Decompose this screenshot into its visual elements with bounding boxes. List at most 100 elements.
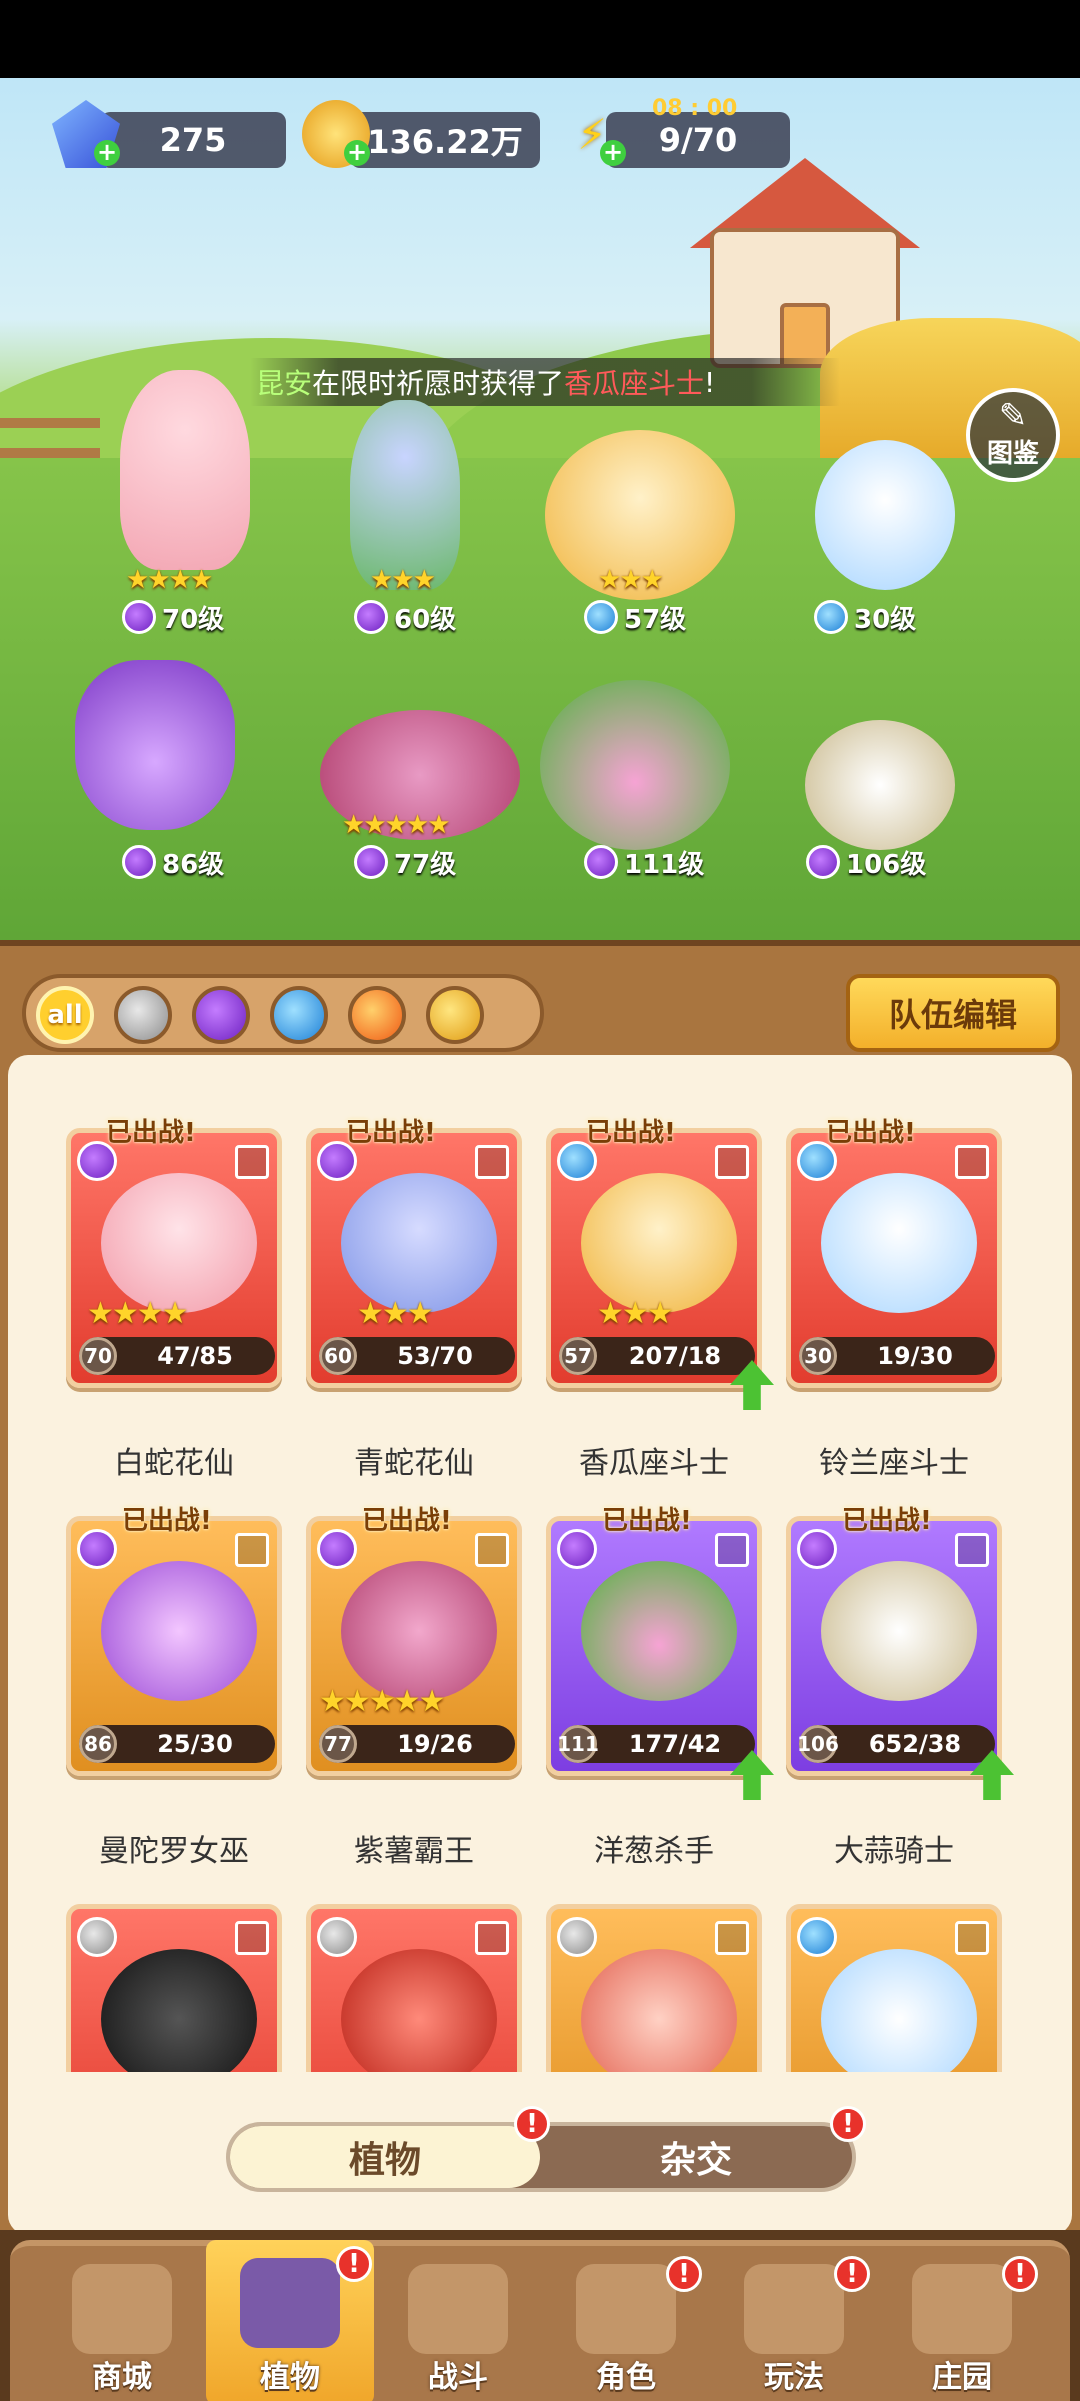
gem-counter: 275 xyxy=(100,112,286,168)
plant-card-12[interactable] xyxy=(786,1904,1002,2072)
card-stars: ★★★★★ xyxy=(319,1684,445,1719)
lineup-plant-7[interactable] xyxy=(540,680,730,850)
plant-card-3[interactable]: ★★★ 57 207/18 xyxy=(546,1128,762,1388)
card-name: 香瓜座斗士 xyxy=(579,1446,729,1481)
nav-label: 庄园 xyxy=(932,2360,992,2395)
gameplay-icon xyxy=(744,2264,844,2354)
plant-card-10[interactable] xyxy=(306,1904,522,2072)
card-progress: 207/18 xyxy=(628,1342,722,1370)
lineup-plant-5[interactable] xyxy=(75,660,235,830)
filter-sword-icon[interactable] xyxy=(114,986,172,1044)
plant-portrait xyxy=(341,1561,497,1701)
lineup-level-5: 86级 xyxy=(122,845,224,880)
poison-element-icon xyxy=(584,845,618,879)
plant-card-8[interactable]: 106 652/38 xyxy=(786,1516,1002,1776)
alert-badge: ! xyxy=(830,2106,866,2142)
plant-portrait xyxy=(101,1173,257,1313)
plant-portrait xyxy=(101,1949,257,2072)
sword-element-icon xyxy=(317,1917,357,1957)
add-gems-button[interactable]: + xyxy=(94,140,120,166)
bottom-nav: 商城 植物 战斗 角色 玩法 庄园 xyxy=(0,2230,1080,2401)
card-stars: ★★★★ xyxy=(87,1296,189,1331)
card-progress: 652/38 xyxy=(868,1730,962,1758)
energy-timer: 08 : 00 xyxy=(652,96,738,121)
card-name: 紫薯霸王 xyxy=(354,1834,474,1869)
plant-portrait xyxy=(581,1173,737,1313)
poison-element-icon xyxy=(122,600,156,634)
nav-battle[interactable]: 战斗 xyxy=(374,2246,542,2401)
deployed-tag: 已出战! xyxy=(842,1506,932,1536)
plant-card-11[interactable] xyxy=(546,1904,762,2072)
slot-icon xyxy=(235,1533,269,1567)
card-level: 57 xyxy=(559,1337,597,1375)
slot-icon xyxy=(715,1145,749,1179)
card-progress-bar: 86 25/30 xyxy=(79,1725,275,1763)
filter-bolt-icon[interactable] xyxy=(426,986,484,1044)
lineup-level-8: 106级 xyxy=(806,845,926,880)
plant-card-6[interactable]: ★★★★★ 77 19/26 xyxy=(306,1516,522,1776)
team-edit-button[interactable]: 队伍编辑 xyxy=(846,974,1060,1052)
nav-label: 玩法 xyxy=(764,2360,824,2395)
card-level: 60 xyxy=(319,1337,357,1375)
plant-card-4[interactable]: 30 19/30 xyxy=(786,1128,1002,1388)
deployed-tag: 已出战! xyxy=(122,1506,212,1536)
slot-icon xyxy=(715,1533,749,1567)
poison-element-icon xyxy=(317,1529,357,1569)
deployed-tag: 已出战! xyxy=(106,1118,196,1148)
fence xyxy=(0,418,100,458)
alert-badge: ! xyxy=(834,2256,870,2292)
filter-water-icon[interactable] xyxy=(270,986,328,1044)
nav-shop[interactable]: 商城 xyxy=(38,2246,206,2401)
slot-icon xyxy=(235,1921,269,1955)
poison-element-icon xyxy=(354,600,388,634)
nav-label: 角色 xyxy=(596,2360,656,2395)
slot-icon xyxy=(955,1145,989,1179)
sword-element-icon xyxy=(77,1917,117,1957)
plant-card-5[interactable]: 86 25/30 xyxy=(66,1516,282,1776)
tab-plants[interactable]: 植物 xyxy=(230,2126,540,2188)
windmill-icon xyxy=(408,2264,508,2354)
poison-element-icon xyxy=(354,845,388,879)
card-level: 30 xyxy=(799,1337,837,1375)
nav-label: 战斗 xyxy=(428,2360,488,2395)
plant-card-7[interactable]: 111 177/42 xyxy=(546,1516,762,1776)
add-energy-button[interactable]: + xyxy=(600,140,626,166)
filter-fire-icon[interactable] xyxy=(348,986,406,1044)
filter-all[interactable]: all xyxy=(36,986,94,1044)
card-level: 111 xyxy=(557,1725,599,1763)
add-coins-button[interactable]: + xyxy=(344,140,370,166)
filter-poison-icon[interactable] xyxy=(192,986,250,1044)
plant-card-1[interactable]: ★★★★ 70 47/85 xyxy=(66,1128,282,1388)
tab-hybrid[interactable]: 杂交 xyxy=(540,2126,852,2188)
plant-icon xyxy=(240,2258,340,2348)
lineup-level-7: 111级 xyxy=(584,845,704,880)
card-progress-bar: 111 177/42 xyxy=(557,1725,755,1763)
lineup-stars-6: ★★★★★ xyxy=(342,810,451,840)
lineup-plant-8[interactable] xyxy=(805,720,955,850)
lineup-plant-2[interactable] xyxy=(350,400,460,590)
shop-icon xyxy=(72,2264,172,2354)
slot-icon xyxy=(955,1533,989,1567)
announcement-ticker: 昆安 在限时祈愿时获得了 香瓜座斗士! xyxy=(250,358,840,406)
card-level: 86 xyxy=(79,1725,117,1763)
plant-card-9[interactable] xyxy=(66,1904,282,2072)
lineup-plant-4[interactable] xyxy=(815,440,955,590)
poison-element-icon xyxy=(806,845,840,879)
lineup-level-1: 70级 xyxy=(122,600,224,635)
gem-count: 275 xyxy=(159,121,227,159)
character-icon xyxy=(576,2264,676,2354)
card-name: 洋葱杀手 xyxy=(594,1834,714,1869)
poison-element-icon xyxy=(557,1529,597,1569)
lineup-plant-1[interactable] xyxy=(120,370,250,570)
card-progress-bar: 77 19/26 xyxy=(319,1725,515,1763)
plant-portrait xyxy=(821,1561,977,1701)
plant-card-2[interactable]: ★★★ 60 53/70 xyxy=(306,1128,522,1388)
card-stars: ★★★ xyxy=(357,1296,434,1331)
deployed-tag: 已出战! xyxy=(586,1118,676,1148)
lineup-stars-3: ★★★ xyxy=(598,565,664,595)
dex-button[interactable]: ✎ 图鉴 xyxy=(966,388,1060,482)
plant-portrait xyxy=(341,1173,497,1313)
card-progress: 47/85 xyxy=(157,1342,233,1370)
dex-label: 图鉴 xyxy=(986,439,1039,469)
ticker-reward: 香瓜座斗士 xyxy=(564,367,705,400)
